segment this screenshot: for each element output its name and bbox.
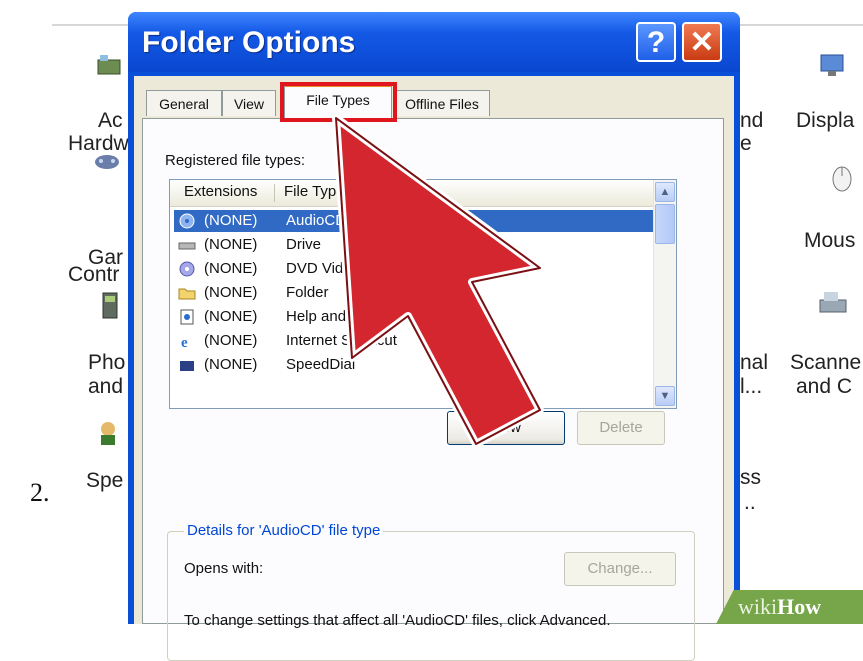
change-button[interactable]: Change... [564, 552, 676, 586]
registered-file-types-label: Registered file types: [165, 152, 306, 169]
help-button[interactable]: ? [636, 22, 676, 62]
scanner-icon[interactable] [818, 288, 848, 318]
close-button[interactable]: ✕ [682, 22, 722, 62]
step-number: 2. [30, 478, 50, 507]
cp-label-nal[interactable]: nal [740, 350, 768, 375]
cp-label-controllers[interactable]: Contr [68, 262, 119, 287]
tab-view[interactable]: View [222, 90, 276, 116]
watermark-how: How [777, 594, 822, 619]
details-group: Details for 'AudioCD' file type Opens wi… [167, 522, 695, 661]
add-hardware-icon[interactable] [94, 52, 124, 82]
game-controller-icon[interactable] [92, 146, 122, 176]
file-types-list[interactable]: Extensions File Types (NONE) AudioCD (NO… [169, 179, 677, 409]
audio-cd-icon [179, 213, 195, 229]
svg-text:e: e [181, 335, 188, 349]
cp-label-and[interactable]: and [88, 374, 123, 399]
internet-explorer-icon: e [181, 335, 188, 349]
file-types-panel: Registered file types: Extensions File T… [142, 118, 724, 661]
list-item[interactable]: (NONE) AudioCD [174, 210, 656, 232]
cp-label-l[interactable]: l... [740, 374, 762, 399]
row-file-type: Help and Support protocol [286, 308, 461, 325]
row-extension: (NONE) [204, 332, 258, 349]
title-bar[interactable]: Folder Options ? ✕ [128, 12, 740, 72]
row-file-type: SpeedDial [286, 356, 356, 373]
column-file-types[interactable]: File Types [284, 183, 352, 200]
list-item[interactable]: (NONE) Drive [174, 234, 656, 256]
mouse-icon[interactable] [826, 162, 856, 192]
row-file-type: Drive [286, 236, 322, 253]
row-file-type: Folder [286, 284, 329, 301]
cp-label-and-c[interactable]: and C [796, 374, 852, 399]
cp-label-ss[interactable]: ss [740, 465, 761, 490]
list-scrollbar[interactable]: ▲ ▼ [653, 180, 676, 408]
opens-with-label: Opens with: [184, 560, 264, 577]
row-extension: (NONE) [204, 308, 258, 325]
tab-general[interactable]: General [146, 90, 222, 116]
row-file-type: Internet Shortcut [286, 332, 397, 349]
cp-label-scanner[interactable]: Scanne [790, 350, 861, 375]
details-title: Details for 'AudioCD' file type [184, 522, 384, 539]
folder-icon [178, 288, 196, 300]
row-extension: (NONE) [204, 356, 258, 373]
delete-button[interactable]: Delete [577, 411, 665, 445]
list-item[interactable]: (NONE) DVD Video [174, 258, 656, 280]
row-extension: (NONE) [204, 212, 258, 229]
scroll-down-button[interactable]: ▼ [655, 386, 675, 406]
row-extension: (NONE) [204, 284, 258, 301]
help-file-icon [180, 309, 194, 325]
file-types-tab-highlight [280, 82, 397, 122]
list-item[interactable]: (NONE) Folder [174, 282, 656, 304]
cp-label-e[interactable]: e [740, 131, 752, 156]
scroll-up-button[interactable]: ▲ [655, 182, 675, 202]
speed-dial-icon [180, 361, 194, 371]
wikihow-watermark: wikiHow [716, 590, 863, 624]
speech-icon[interactable] [94, 418, 124, 448]
list-item[interactable]: (NONE) SpeedDial [174, 354, 656, 376]
phone-icon[interactable] [96, 290, 126, 320]
drive-icon [178, 242, 196, 250]
cp-label-mouse[interactable]: Mous [804, 228, 855, 253]
cp-label-dots[interactable]: .. [744, 490, 756, 515]
watermark-wiki: wiki [738, 594, 778, 619]
advanced-note: To change settings that affect all 'Audi… [184, 612, 611, 629]
cp-label-phone[interactable]: Pho [88, 350, 125, 375]
cp-label-display[interactable]: Displa [796, 108, 854, 133]
display-icon[interactable] [818, 50, 848, 80]
folder-options-dialog: Folder Options ? ✕ General View File Typ… [128, 12, 740, 661]
tab-offline-files[interactable]: Offline Files [394, 90, 490, 116]
list-item[interactable]: e (NONE) Internet Shortcut [174, 330, 656, 352]
dialog-title: Folder Options [142, 26, 356, 59]
cp-label-nd[interactable]: nd [740, 108, 763, 133]
cp-label-add-hardware[interactable]: Ac [98, 108, 123, 133]
cp-label-speech[interactable]: Spe [86, 468, 123, 493]
dialog-client-area: General View File Types Offline Files Re… [134, 76, 734, 661]
list-item[interactable]: (NONE) Help and Support protocol [174, 306, 656, 328]
dvd-icon [179, 261, 195, 277]
list-header: Extensions File Types [170, 180, 654, 207]
scroll-thumb[interactable] [655, 204, 675, 244]
new-button[interactable]: New [447, 411, 565, 445]
column-divider[interactable] [274, 184, 275, 202]
row-extension: (NONE) [204, 260, 258, 277]
row-file-type: DVD Video [286, 260, 360, 277]
row-file-type: AudioCD [286, 212, 347, 229]
column-extensions[interactable]: Extensions [184, 183, 257, 200]
row-extension: (NONE) [204, 236, 258, 253]
